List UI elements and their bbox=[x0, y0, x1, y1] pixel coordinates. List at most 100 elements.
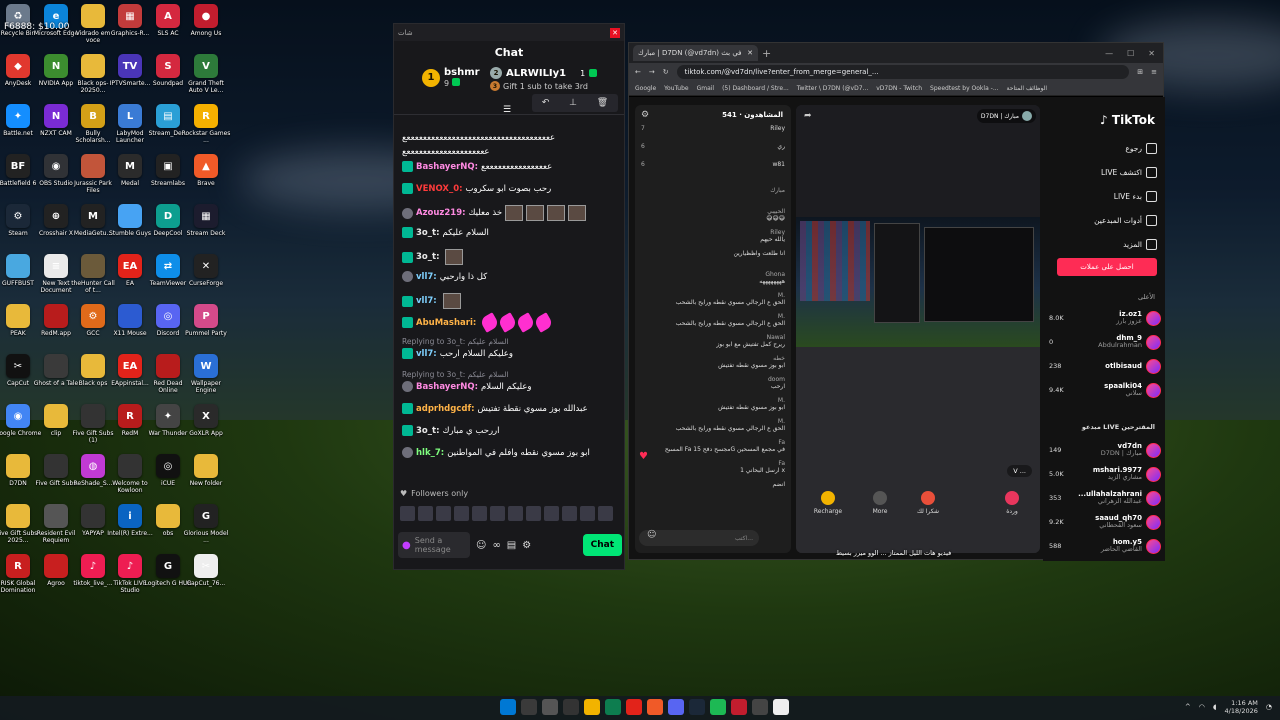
emoji-icon[interactable]: ☺ bbox=[476, 540, 486, 551]
discord-icon[interactable] bbox=[668, 699, 684, 715]
emote-thumb[interactable] bbox=[418, 506, 433, 521]
live-action-button[interactable]: وردة bbox=[992, 491, 1032, 515]
tiktok-comment[interactable]: انضم bbox=[772, 481, 785, 488]
desktop-icon[interactable]: L LabyMod Launcher bbox=[111, 104, 149, 144]
chat-username[interactable]: BashayerNQ: bbox=[416, 162, 478, 172]
chat-username[interactable]: adprhdgcdf: bbox=[416, 404, 475, 414]
chat-message[interactable]: vll7: bbox=[402, 293, 461, 309]
chat-message[interactable]: ععععععععععععععععععععع bbox=[402, 147, 490, 157]
chat-message[interactable]: Azouz219: خذ معليك bbox=[402, 205, 587, 221]
desktop-icon[interactable]: ✕ CurseForge bbox=[187, 254, 225, 287]
extensions-icon[interactable]: ∞ bbox=[492, 540, 500, 551]
desktop-icon[interactable]: Five Gift Subs (1) bbox=[73, 404, 113, 444]
steam-icon[interactable] bbox=[689, 699, 705, 715]
chat-message[interactable]: AbuMashari: bbox=[402, 312, 555, 333]
channel-row[interactable]: 8.0K iz.oz1 عزوز بارز bbox=[1049, 309, 1161, 327]
bookmark-item[interactable]: vD7DN - Twitch bbox=[876, 85, 922, 92]
store-icon[interactable]: ▤ bbox=[507, 540, 516, 551]
explorer-icon[interactable] bbox=[584, 699, 600, 715]
reload-icon[interactable]: ↻ bbox=[663, 68, 669, 76]
start-icon[interactable] bbox=[500, 699, 516, 715]
task-view-icon[interactable] bbox=[563, 699, 579, 715]
tiktok-comment[interactable]: M. الحق ع الرجالي مسوي نقطه ورايح بالشحب bbox=[676, 313, 785, 327]
sidebar-nav-item[interactable]: المزيد bbox=[1123, 239, 1157, 250]
emote-thumb[interactable] bbox=[490, 506, 505, 521]
desktop-icon[interactable]: ♪ TikTok LIVE Studio bbox=[111, 554, 149, 594]
tiktok-comment[interactable]: Nawal ريرح كمل تفتيش مع ابو بوز bbox=[716, 334, 785, 348]
share-icon[interactable]: ➦ bbox=[804, 111, 812, 121]
extensions-icon[interactable]: ⊞ bbox=[1137, 68, 1143, 76]
desktop-icon[interactable]: ▲ Brave bbox=[187, 154, 225, 187]
live-action-button[interactable]: More bbox=[860, 491, 900, 515]
top-viewer-row[interactable]: 7 Riley bbox=[641, 125, 785, 132]
tiktok-comment[interactable]: انا طلعت واظظيارين bbox=[733, 250, 785, 257]
close-icon[interactable]: ✕ bbox=[747, 49, 753, 57]
tiktok-comment[interactable]: الحبيبي 😅😅😅 bbox=[766, 208, 785, 222]
tiktok-comment[interactable]: Fa المسبح Fa مجسح دفح 15G في مجمع المسحين bbox=[665, 439, 785, 453]
channel-row[interactable]: 9.2K saaud_qh70 سعود القحطاني bbox=[1049, 513, 1161, 531]
browser-tab[interactable]: مبارك | D7DN (@vd7dn) في بث ✕ bbox=[633, 45, 758, 61]
like-heart-icon[interactable]: ♥ bbox=[639, 451, 648, 462]
desktop-icon[interactable]: W Wallpaper Engine bbox=[187, 354, 225, 394]
chat-message[interactable]: 3o_t: السلام عليكم bbox=[402, 227, 489, 238]
leader-second[interactable]: 2 ALRWILIy1 1 3 Gift 1 sub to take 3rd bbox=[490, 67, 598, 91]
mic-icon[interactable]: ● bbox=[402, 540, 411, 550]
leader-first[interactable]: 1 bshmr 9 bbox=[422, 67, 480, 88]
forward-icon[interactable]: → bbox=[649, 68, 655, 76]
chat-message[interactable]: 3o_t: اررحب ي مبارك bbox=[402, 425, 500, 436]
channel-row[interactable]: 149 vd7dn D7DN | مبارك bbox=[1049, 441, 1161, 459]
chat-username[interactable]: VENOX_0: bbox=[416, 184, 463, 194]
chat-username[interactable]: 3o_t: bbox=[416, 228, 439, 238]
sidebar-nav-item[interactable]: LIVE اكتشف bbox=[1101, 167, 1157, 178]
minimize-icon[interactable]: — bbox=[1105, 49, 1113, 58]
desktop-icon[interactable]: P Pummel Party bbox=[185, 304, 227, 337]
gear-icon[interactable]: ⚙ bbox=[522, 540, 531, 551]
desktop-icon[interactable]: X GoXLR App bbox=[187, 404, 225, 437]
emote-thumb[interactable] bbox=[526, 506, 541, 521]
chat-message[interactable]: adprhdgcdf: عبدالله بوز مسوي نقطة تفتيش bbox=[402, 403, 588, 414]
desktop-icon[interactable]: V Grand Theft Auto V Le... bbox=[187, 54, 225, 94]
desktop-icon[interactable]: Resident Evil Requiem bbox=[37, 504, 75, 544]
tiktok-comment[interactable]: M. الحق ع الرجالي مسوي نقطه ورايح بالشحب bbox=[676, 418, 785, 432]
chat-message[interactable]: ععععععععععععععععععععععععععععععععععععع bbox=[402, 133, 555, 143]
volume-icon[interactable]: ◖ bbox=[1213, 703, 1217, 711]
emote-thumb[interactable] bbox=[580, 506, 595, 521]
desktop-icon[interactable]: ✂ CapCut_76... bbox=[187, 554, 225, 587]
brave-icon[interactable] bbox=[647, 699, 663, 715]
collapse-chevron-icon[interactable]: ☰ bbox=[503, 105, 511, 115]
spotify-icon[interactable] bbox=[710, 699, 726, 715]
chat-username[interactable]: 3o_t: bbox=[416, 426, 439, 436]
emote-thumb[interactable] bbox=[562, 506, 577, 521]
live-action-button[interactable]: شكرا لك bbox=[908, 491, 948, 515]
desktop-icon[interactable]: G Glorious Model ... bbox=[184, 504, 228, 544]
maximize-icon[interactable]: ☐ bbox=[1127, 49, 1134, 58]
chat-username[interactable]: vll7: bbox=[416, 349, 437, 359]
emote-thumb[interactable] bbox=[436, 506, 451, 521]
chat-message[interactable]: vll7: كل ذا وارحبي bbox=[402, 271, 487, 282]
streamer-chip[interactable]: D7DN | مبارك bbox=[976, 109, 1036, 123]
clock[interactable]: 1:16 AM 4/18/2026 bbox=[1225, 699, 1258, 715]
channel-row[interactable]: 353 ...ullahalzahrani عبدالله الزهراني bbox=[1049, 489, 1161, 507]
desktop-icon[interactable]: Jurassic Park Files bbox=[74, 154, 112, 194]
bookmark-item[interactable]: الوظائف المتاحة bbox=[1007, 85, 1048, 92]
desktop-icon[interactable]: Black ops-20250... bbox=[74, 54, 112, 94]
tiktok-comment[interactable]: خطه ابو بوز مسوي نقطه تفتيش bbox=[718, 355, 785, 369]
pin-icon[interactable]: ⊥ bbox=[569, 98, 577, 108]
tiktok-comment[interactable]: مبارك bbox=[770, 187, 785, 194]
desktop-icon[interactable]: theHunter Call of t... bbox=[71, 254, 115, 294]
chat-username[interactable]: AbuMashari: bbox=[416, 318, 476, 328]
chevron-up-icon[interactable]: ^ bbox=[1185, 703, 1191, 711]
desktop-icon[interactable]: R RISK Global Domination bbox=[0, 554, 37, 594]
chat-message-input[interactable]: ● Send a message bbox=[398, 532, 470, 558]
channel-row[interactable]: 238 otlbisaud bbox=[1049, 357, 1161, 375]
desktop-icon[interactable]: R Rockstar Games ... bbox=[182, 104, 230, 144]
desktop-icon[interactable]: Welcome to Kowloon bbox=[111, 454, 149, 494]
copilot-icon[interactable] bbox=[542, 699, 558, 715]
channel-row[interactable]: 5.0K mshari.9977 مشاري الزيد bbox=[1049, 465, 1161, 483]
live-video-player[interactable]: D7DN | مبارك ➦ V ... Recharge More شكرا لك… bbox=[796, 105, 1040, 553]
desktop-icon[interactable]: Vidrado em voce bbox=[74, 4, 112, 44]
app-icon[interactable] bbox=[626, 699, 642, 715]
chat-message[interactable]: hlk_7: ابو بوز مسوي نقطه وافلم في المواطن… bbox=[402, 447, 590, 458]
chat-username[interactable]: hlk_7: bbox=[416, 448, 444, 458]
chat-message[interactable]: 3o_t: bbox=[402, 249, 464, 265]
